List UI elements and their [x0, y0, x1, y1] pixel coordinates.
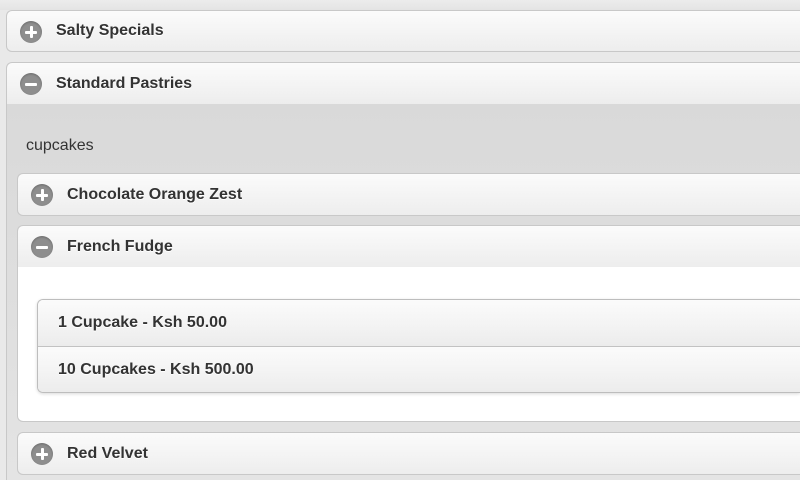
collapsible-french-fudge[interactable]: French Fudge: [17, 225, 800, 268]
list-item-10-cupcakes[interactable]: 10 Cupcakes - Ksh 500.00: [38, 346, 800, 392]
minus-circle-icon: [31, 236, 53, 258]
price-option-list: 1 Cupcake - Ksh 50.00 10 Cupcakes - Ksh …: [37, 299, 800, 393]
collapsible-label: Chocolate Orange Zest: [67, 185, 243, 203]
section-text: cupcakes: [26, 137, 94, 154]
minus-circle-icon: [20, 73, 42, 95]
plus-circle-icon: [20, 21, 42, 43]
collapsible-salty-specials[interactable]: Salty Specials: [6, 10, 800, 52]
plus-circle-icon: [31, 443, 53, 465]
list-item-1-cupcake[interactable]: 1 Cupcake - Ksh 50.00: [38, 300, 800, 346]
collapsible-label: Salty Specials: [56, 22, 164, 39]
collapsible-standard-pastries[interactable]: Standard Pastries: [6, 62, 800, 105]
plus-circle-icon: [31, 184, 53, 206]
collapsible-chocolate-orange-zest[interactable]: Chocolate Orange Zest: [17, 173, 800, 216]
list-item-label: 10 Cupcakes - Ksh 500.00: [58, 360, 254, 378]
top-edge: [0, 0, 800, 10]
collapsible-label: French Fudge: [67, 237, 173, 255]
list-item-label: 1 Cupcake - Ksh 50.00: [58, 314, 227, 331]
collapsible-label: Red Velvet: [67, 444, 148, 462]
collapsible-red-velvet[interactable]: Red Velvet: [17, 432, 800, 475]
collapsible-label: Standard Pastries: [56, 74, 193, 92]
